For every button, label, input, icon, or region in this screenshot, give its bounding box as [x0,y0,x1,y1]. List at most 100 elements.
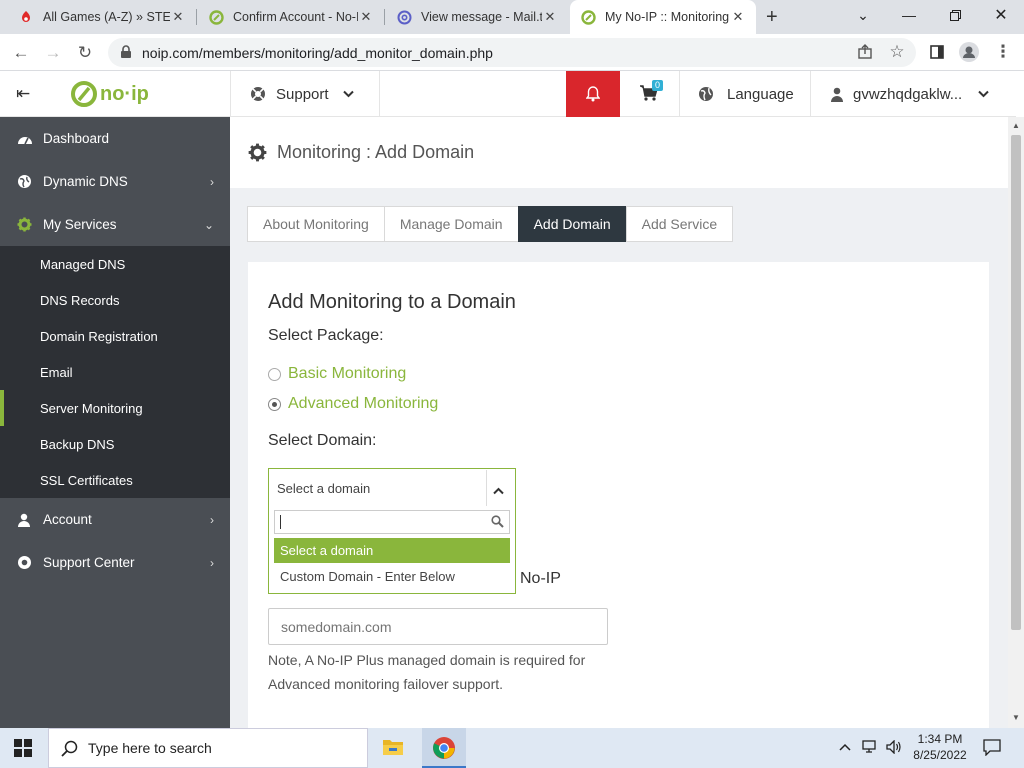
chevron-right-icon: › [210,555,214,570]
bell-icon [586,86,600,102]
search-icon [491,515,504,533]
tab-search-icon[interactable]: ⌄ [840,0,886,30]
tab-about-monitoring[interactable]: About Monitoring [247,206,385,242]
browser-tab-title: View message - Mail.tm [421,10,542,24]
main-content: Monitoring : Add Domain About Monitoring… [230,117,1016,742]
chevron-up-icon[interactable] [493,482,504,500]
radio-button[interactable] [268,367,281,381]
cart-button[interactable]: 0 [640,80,663,106]
noip-icon [208,9,224,25]
scroll-down-icon[interactable]: ▼ [1012,713,1020,722]
bookmark-star-icon[interactable]: ☆ [884,39,910,65]
sidebar-item-my-services[interactable]: My Services ⌄ [0,203,230,246]
lock-icon[interactable] [120,45,132,62]
profile-icon[interactable] [956,39,982,65]
text-cursor [280,515,281,529]
notifications-button[interactable] [566,71,620,117]
network-icon[interactable] [862,740,878,759]
divider [379,71,380,117]
basic-monitoring-option[interactable]: Basic Monitoring [268,365,406,383]
lifebuoy-icon [17,555,35,570]
browser-tab[interactable]: All Games (A-Z) » STEAL ✕ [8,0,196,34]
sidebar-subitem-managed-dns[interactable]: Managed DNS [0,246,230,282]
browser-tab[interactable]: Confirm Account - No-IP ✕ [198,0,384,34]
tab-manage-domain[interactable]: Manage Domain [383,206,519,242]
scroll-up-icon[interactable]: ▲ [1012,121,1020,130]
gear-icon [248,143,267,162]
close-tab-icon[interactable]: ✕ [542,9,558,25]
sidebar-item-dashboard[interactable]: Dashboard [0,117,230,160]
dropdown-option-highlighted[interactable]: Select a domain [274,538,510,563]
sidebar-subitem-backup-dns[interactable]: Backup DNS [0,426,230,462]
user-icon [17,513,35,527]
close-tab-icon[interactable]: ✕ [730,9,746,25]
chrome-taskbar-button[interactable] [422,728,466,768]
taskbar-search-box[interactable]: Type here to search [48,728,368,768]
tray-overflow-icon[interactable] [839,739,851,754]
back-icon[interactable]: ← [8,40,34,66]
minimize-icon[interactable]: — [886,0,932,30]
address-bar[interactable]: noip.com/members/monitoring/add_monitor_… [108,38,916,67]
close-tab-icon[interactable]: ✕ [358,9,374,25]
package-label: Select Package: [268,327,384,344]
page-scrollbar[interactable]: ▲ ▼ [1008,117,1024,728]
chrome-icon [433,737,455,759]
noip-logo[interactable]: no·ip [70,80,149,108]
dashboard-icon [17,133,35,145]
sidebar-item-account[interactable]: Account › [0,498,230,541]
sidebar: ⇤ no·ip Dashboard Dynamic DNS › My Servi… [0,71,230,728]
chrome-menu-icon[interactable]: ⋮ [990,39,1016,65]
dropdown-search-input[interactable] [274,510,510,534]
taskbar-clock[interactable]: 1:34 PM 8/25/2022 [908,731,972,763]
sidebar-subitem-label: Server Monitoring [40,400,143,416]
new-tab-icon[interactable]: + [766,6,778,29]
dropdown-option[interactable]: Custom Domain - Enter Below [274,564,510,588]
sidebar-item-support-center[interactable]: Support Center › [0,541,230,584]
page-title: Monitoring : Add Domain [277,142,475,162]
divider [486,470,487,506]
language-selector[interactable]: Language [698,71,794,117]
radio-button-checked[interactable] [268,397,281,411]
support-label: Support [276,85,329,103]
tab-add-domain[interactable]: Add Domain [517,206,627,242]
globe-icon [17,174,35,189]
close-tab-icon[interactable]: ✕ [170,9,186,25]
custom-domain-input[interactable] [268,608,608,645]
browser-tab-active[interactable]: My No-IP :: Monitoring ✕ [570,0,756,34]
user-menu[interactable]: gvwzhqdgaklw... [830,71,989,117]
notification-center-icon[interactable] [983,739,1001,761]
sidebar-item-label: Dashboard [43,131,110,146]
file-explorer-icon[interactable] [382,737,404,762]
url-text: noip.com/members/monitoring/add_monitor_… [142,44,493,61]
chevron-down-icon [978,90,989,98]
side-panel-icon[interactable] [924,39,950,65]
sidebar-subitem-server-monitoring[interactable]: Server Monitoring [0,390,230,426]
sidebar-subitem-domain-registration[interactable]: Domain Registration [0,318,230,354]
sidebar-subitem-ssl-certificates[interactable]: SSL Certificates [0,462,230,498]
browser-tab[interactable]: View message - Mail.tm ✕ [386,0,568,34]
support-icon [250,86,266,102]
search-icon [61,740,78,757]
browser-tab-title: My No-IP :: Monitoring [605,10,730,24]
domain-select[interactable]: Select a domain Select a domain Custom D… [268,468,516,594]
sidebar-item-label: My Services [43,217,117,232]
scrollbar-thumb[interactable] [1011,135,1021,630]
forward-icon[interactable]: → [40,40,66,66]
sidebar-collapse-icon[interactable]: ⇤ [16,84,30,104]
top-navbar: Support 0 Language gvwzhqdgaklw... [230,71,1016,117]
windows-start-icon[interactable] [14,739,32,762]
advanced-monitoring-option[interactable]: Advanced Monitoring [268,395,438,413]
sidebar-subitem-email[interactable]: Email [0,354,230,390]
share-icon[interactable] [852,39,878,65]
maximize-icon[interactable] [932,0,978,30]
support-dropdown[interactable]: Support [250,71,354,117]
reload-icon[interactable]: ↻ [72,40,98,66]
tab-add-service[interactable]: Add Service [625,206,734,242]
close-window-icon[interactable]: ✕ [978,0,1024,30]
domain-select-value[interactable]: Select a domain [269,469,515,507]
sidebar-item-dynamic-dns[interactable]: Dynamic DNS › [0,160,230,203]
monitoring-tabs: About Monitoring Manage Domain Add Domai… [247,206,734,242]
sidebar-subitem-dns-records[interactable]: DNS Records [0,282,230,318]
volume-icon[interactable] [886,739,902,759]
sidebar-item-label: Account [43,512,92,527]
